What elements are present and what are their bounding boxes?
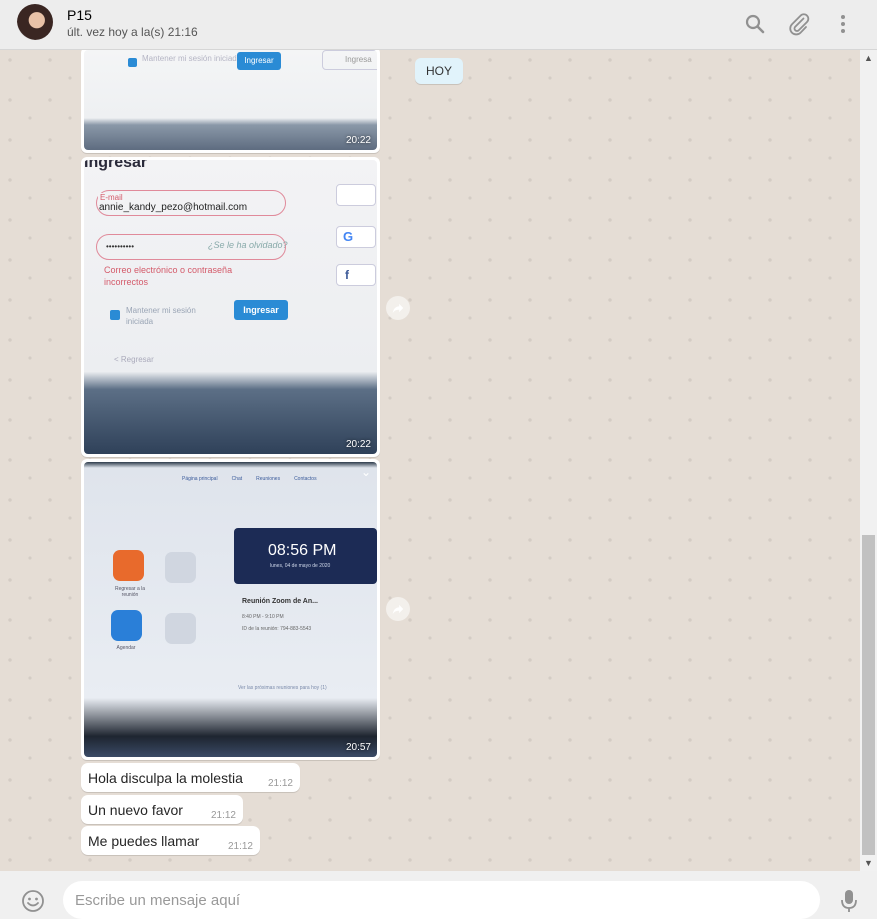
photo-login-error[interactable]: Ingresar E-mail annie_kandy_pezo@hotmail… (84, 160, 377, 454)
search-icon[interactable] (743, 12, 767, 36)
image-message[interactable]: ⌄ Página principal Chat Reuniones Contac… (81, 459, 380, 760)
message-text: Un nuevo favor (88, 802, 183, 818)
forward-icon[interactable] (386, 597, 410, 621)
photo-social-facebook: f (336, 264, 376, 286)
photo-remember-text: Mantener mi sesión iniciada (126, 306, 196, 326)
text-message[interactable]: Un nuevo favor 21:12 (81, 795, 243, 824)
message-time: 21:12 (227, 841, 253, 852)
contact-last-seen: últ. vez hoy a la(s) 21:16 (67, 25, 198, 39)
photo-schedule-label: Agendar (116, 645, 136, 651)
photo-login-button: Ingresar (234, 300, 288, 320)
text-message[interactable]: Hola disculpa la molestia 21:12 (81, 763, 300, 792)
photo-social-google: G (336, 226, 376, 248)
photo-rejoin-label: Regresar a la reunión (114, 586, 145, 598)
message-text: Me puedes llamar (88, 833, 200, 849)
photo-clock: 08:56 PM (268, 542, 337, 559)
chat-header: P15 últ. vez hoy a la(s) 21:16 (0, 0, 877, 50)
photo-schedule-tile (111, 610, 142, 641)
photo-tile (165, 613, 196, 644)
photo-login-button: Ingresar (237, 52, 281, 70)
contact-name[interactable]: P15 (67, 7, 92, 23)
photo-nav-item: Contactos (294, 476, 317, 482)
photo-tile (165, 552, 196, 583)
photo-zoom-app[interactable]: ⌄ Página principal Chat Reuniones Contac… (84, 462, 377, 757)
photo-nav-item: Página principal (182, 476, 218, 482)
text-message[interactable]: Me puedes llamar 21:12 (81, 826, 260, 855)
photo-forgot-link: ¿Se le ha olvidado? (208, 240, 288, 250)
photo-password-value: •••••••••• (106, 242, 135, 251)
photo-meeting-title: Reunión Zoom de An... (242, 598, 318, 605)
message-text: Hola disculpa la molestia (88, 770, 243, 786)
scrollbar-thumb[interactable] (862, 535, 875, 855)
photo-social-button: Ingresa (322, 50, 377, 70)
photo-back-link: < Regresar (114, 355, 154, 364)
image-message[interactable]: Mantener mi sesión iniciada Ingresar Ing… (81, 50, 380, 153)
scroll-down-arrow-icon[interactable]: ▼ (864, 858, 873, 868)
photo-remember-text: Mantener mi sesión iniciada (142, 54, 242, 63)
photo-upcoming: Ver las próximas reuniones para hoy (1) (238, 685, 327, 691)
attach-icon[interactable] (787, 12, 811, 36)
google-icon: G (343, 229, 354, 244)
photo-email-label: E-mail (98, 193, 125, 202)
photo-email-value: annie_kandy_pezo@hotmail.com (99, 202, 248, 213)
message-time: 20:22 (345, 135, 371, 146)
chat-panel[interactable]: HOY Mantener mi sesión iniciada Ingresar… (0, 50, 860, 871)
message-time: 21:12 (210, 810, 236, 821)
photo-date: lunes, 04 de mayo de 2020 (270, 563, 331, 569)
contact-avatar[interactable] (17, 4, 53, 40)
facebook-icon: f (345, 268, 349, 282)
scroll-up-arrow-icon[interactable]: ▲ (864, 53, 873, 63)
forward-icon[interactable] (386, 296, 410, 320)
message-composer (0, 871, 877, 919)
photo-rejoin-tile (113, 550, 144, 581)
photo-title: Ingresar (84, 160, 148, 171)
message-time: 21:12 (267, 778, 293, 789)
message-input[interactable] (63, 881, 820, 919)
photo-nav-item: Reuniones (256, 476, 281, 482)
message-options-chevron-icon[interactable]: ⌄ (361, 465, 371, 479)
menu-icon[interactable] (831, 12, 855, 36)
chat-scrollbar[interactable]: ▲ ▼ (860, 50, 877, 871)
photo-nav-item: Chat (231, 476, 243, 482)
message-time: 20:22 (345, 439, 371, 450)
message-time: 20:57 (345, 742, 371, 753)
emoji-icon[interactable] (21, 889, 45, 913)
photo-checkbox (128, 58, 137, 67)
date-divider: HOY (415, 58, 464, 84)
photo-login-screen[interactable]: Mantener mi sesión iniciada Ingresar Ing… (84, 50, 377, 150)
photo-social-key (336, 184, 376, 206)
image-message[interactable]: Ingresar E-mail annie_kandy_pezo@hotmail… (81, 157, 380, 457)
photo-checkbox (110, 310, 120, 320)
photo-zoom-nav: Página principal Chat Reuniones Contacto… (182, 476, 317, 482)
microphone-icon[interactable] (838, 888, 860, 914)
photo-meeting-id: ID de la reunión: 794-883-5543 (242, 626, 312, 632)
photo-error-text: Correo electrónico o contraseña incorrec… (104, 265, 233, 287)
photo-meeting-time: 8:40 PM - 9:10 PM (242, 614, 284, 620)
